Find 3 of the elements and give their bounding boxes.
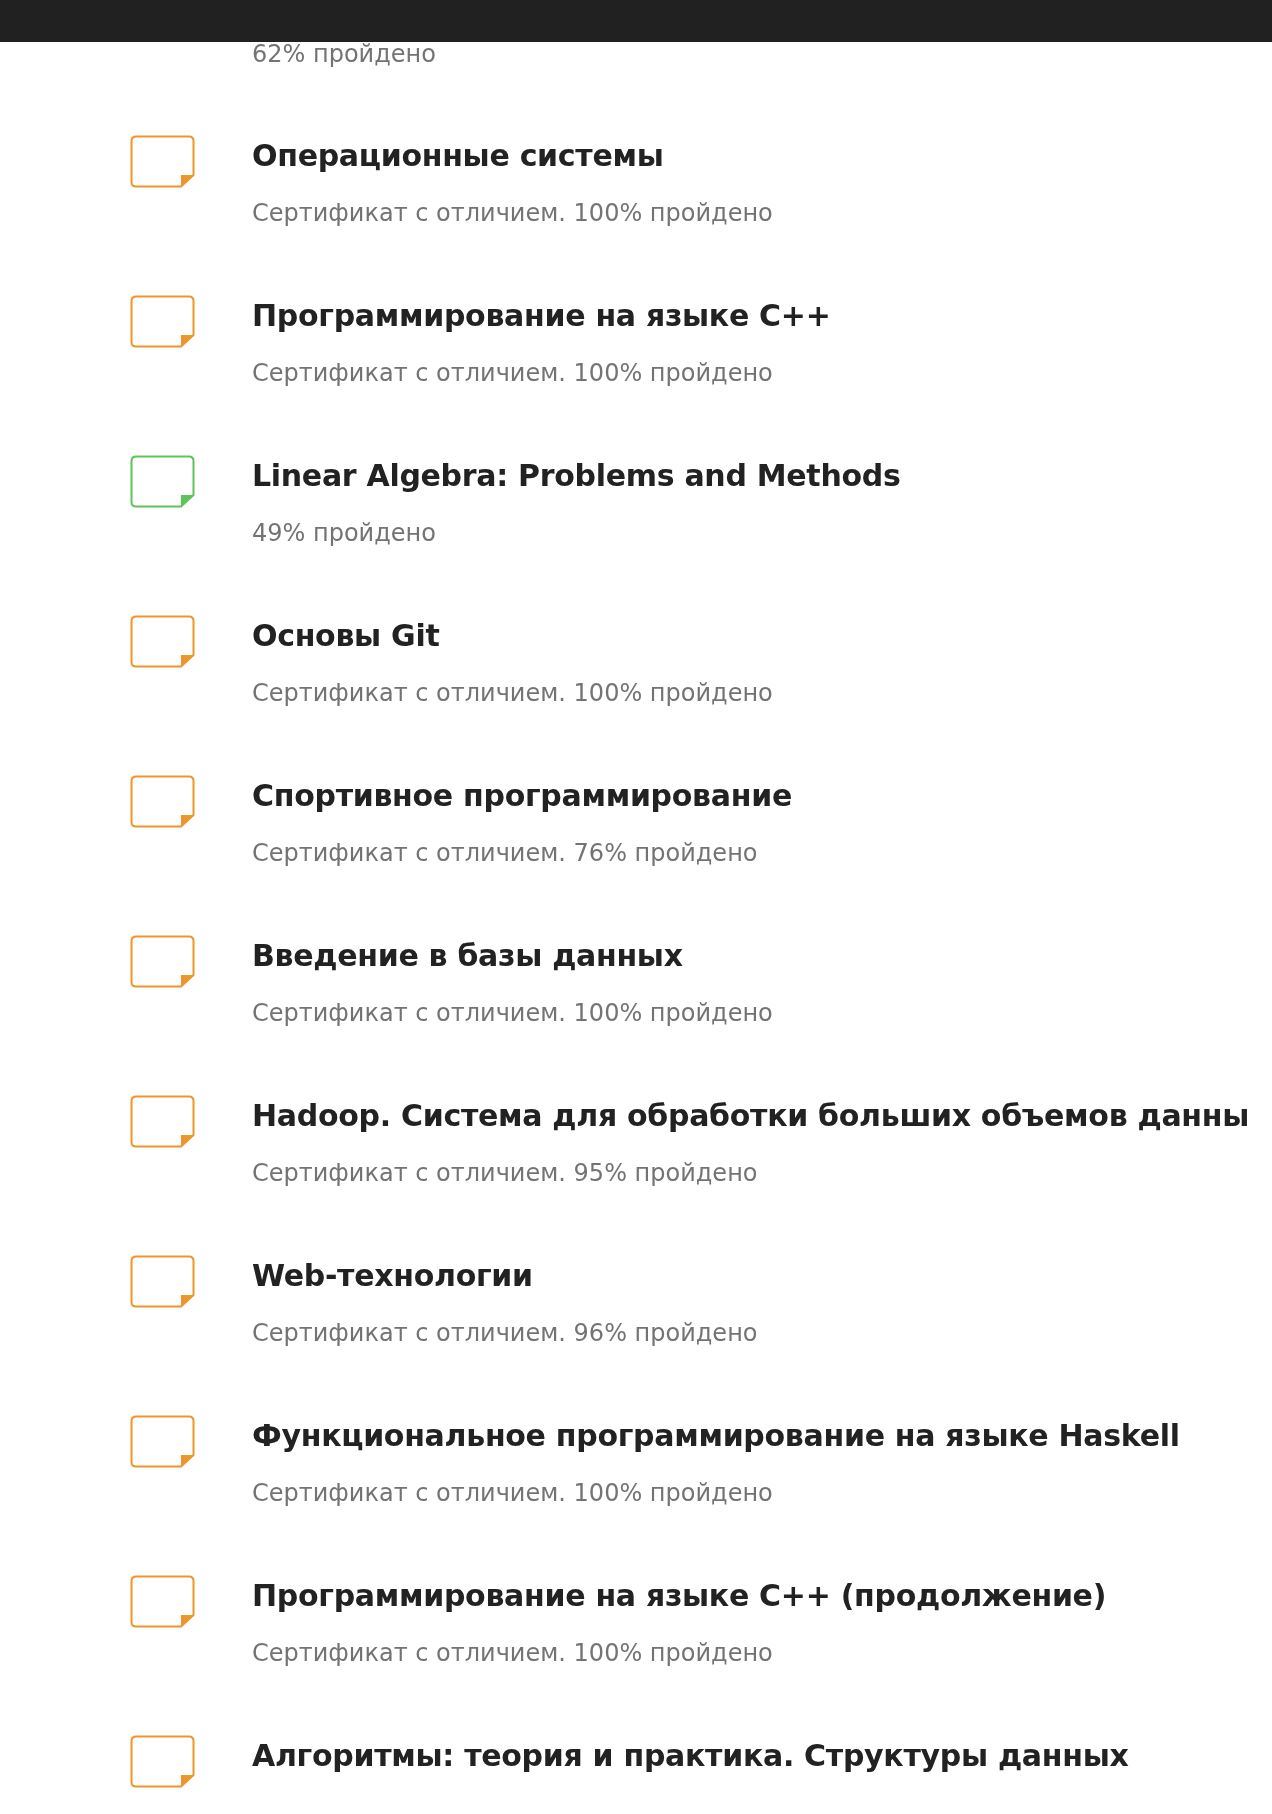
course-progress: Сертификат с отличием. 96% пройдено bbox=[252, 1318, 758, 1349]
course-progress: Сертификат с отличием. 100% пройдено bbox=[252, 1638, 774, 1669]
course-progress: Сертификат с отличием. 100% пройдено bbox=[252, 1478, 774, 1509]
